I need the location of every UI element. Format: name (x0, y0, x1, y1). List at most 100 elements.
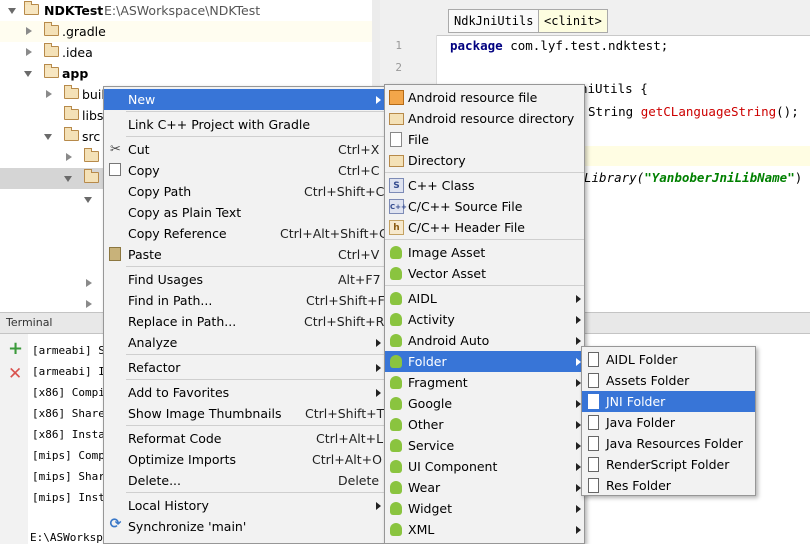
menu-item-link-cpp[interactable]: Link C++ Project with Gradle (104, 114, 384, 135)
menu-item-label: Find in Path... (128, 293, 213, 308)
new-item-service[interactable]: Service (385, 435, 584, 456)
expand-arrow-icon[interactable] (86, 279, 92, 287)
android-icon (390, 439, 402, 452)
expand-arrow-icon[interactable] (26, 27, 32, 35)
menu-item-copy[interactable]: Copy Ctrl+C (104, 160, 384, 181)
tree-root[interactable]: NDKTest E:\ASWorkspace\NDKTest (0, 0, 372, 21)
menu-item-add-favorites[interactable]: Add to Favorites (104, 382, 384, 403)
menu-item-label: AIDL Folder (606, 352, 678, 367)
menu-item-find-in-path[interactable]: Find in Path... Ctrl+Shift+F (104, 290, 385, 311)
menu-item-find-usages[interactable]: Find Usages Alt+F7 (104, 269, 384, 290)
new-item-activity[interactable]: Activity (385, 309, 584, 330)
new-item-fragment[interactable]: Fragment (385, 372, 584, 393)
expand-arrow-icon[interactable] (44, 134, 52, 140)
menu-item-label: RenderScript Folder (606, 457, 730, 472)
folder-item-res[interactable]: Res Folder (582, 475, 755, 496)
menu-item-new[interactable]: New (104, 89, 384, 110)
menu-item-image-thumbnails[interactable]: Show Image Thumbnails Ctrl+Shift+T (104, 403, 384, 424)
cpp-source-icon: C++ (389, 199, 407, 214)
menu-item-paste[interactable]: Paste Ctrl+V (104, 244, 384, 265)
expand-arrow-icon[interactable] (86, 300, 92, 308)
tree-item-gradle[interactable]: .gradle (0, 21, 372, 42)
menu-shortcut: Ctrl+Shift+T (305, 406, 385, 421)
expand-arrow-icon[interactable] (8, 8, 16, 14)
menu-item-synchronize[interactable]: ⟳ Synchronize 'main' (104, 516, 384, 537)
editor-breadcrumbs: NdkJniUtils <clinit> (380, 0, 810, 36)
menu-item-refactor[interactable]: Refactor (104, 357, 384, 378)
folder-item-aidl[interactable]: AIDL Folder (582, 349, 755, 370)
new-item-cpp-header[interactable]: h C/C++ Header File (385, 217, 584, 238)
folder-item-jni[interactable]: JNI Folder (582, 391, 755, 412)
android-icon (390, 334, 402, 347)
new-item-cpp-class[interactable]: S C++ Class (385, 175, 584, 196)
new-item-image-asset[interactable]: Image Asset (385, 242, 584, 263)
menu-item-label: C/C++ Source File (408, 199, 523, 214)
expand-arrow-icon[interactable] (24, 71, 32, 77)
expand-arrow-icon[interactable] (46, 90, 52, 98)
plus-icon[interactable]: + (8, 338, 23, 359)
folder-icon (63, 127, 79, 141)
file-icon (588, 373, 599, 388)
folder-item-assets[interactable]: Assets Folder (582, 370, 755, 391)
android-icon (390, 418, 402, 431)
expand-arrow-icon[interactable] (26, 48, 32, 56)
new-item-android-resource-file[interactable]: Android resource file (385, 87, 584, 108)
folder-item-java-resources[interactable]: Java Resources Folder (582, 433, 755, 454)
terminal-line: [mips] Insta (32, 491, 112, 504)
menu-item-delete[interactable]: Delete... Delete (104, 470, 384, 491)
new-item-file[interactable]: File (385, 129, 584, 150)
expand-arrow-icon[interactable] (84, 197, 92, 203)
tree-item-idea[interactable]: .idea (0, 42, 372, 63)
new-item-aidl[interactable]: AIDL (385, 288, 584, 309)
menu-item-label: Reformat Code (128, 431, 222, 446)
new-item-widget[interactable]: Widget (385, 498, 584, 519)
code-class-fragment: niUtils { (580, 81, 648, 96)
submenu-arrow-icon (376, 364, 381, 372)
tree-root-path: E:\ASWorkspace\NDKTest (104, 3, 261, 18)
new-item-google[interactable]: Google (385, 393, 584, 414)
breadcrumb-method[interactable]: <clinit> (538, 9, 608, 33)
folder-item-java[interactable]: Java Folder (582, 412, 755, 433)
tree-item-app[interactable]: app (0, 63, 372, 84)
menu-item-copy-path[interactable]: Copy Path Ctrl+Shift+C (104, 181, 384, 202)
menu-shortcut: Ctrl+Shift+F (306, 293, 385, 308)
menu-item-label: Local History (128, 498, 209, 513)
breadcrumb-class[interactable]: NdkJniUtils (448, 9, 540, 33)
submenu-arrow-icon (376, 389, 381, 397)
new-item-folder[interactable]: Folder (385, 351, 584, 372)
menu-separator (126, 492, 384, 493)
folder-icon (389, 155, 404, 167)
menu-item-local-history[interactable]: Local History (104, 495, 384, 516)
new-item-vector-asset[interactable]: Vector Asset (385, 263, 584, 284)
expand-arrow-icon[interactable] (66, 153, 72, 161)
menu-item-copy-plain[interactable]: Copy as Plain Text (104, 202, 384, 223)
new-item-android-resource-directory[interactable]: Android resource directory (385, 108, 584, 129)
new-item-directory[interactable]: Directory (385, 150, 584, 171)
menu-item-copy-reference[interactable]: Copy Reference Ctrl+Alt+Shift+C (104, 223, 388, 244)
menu-item-cut[interactable]: ✂ Cut Ctrl+X (104, 139, 384, 160)
code-line-1: package com.lyf.test.ndktest; (450, 38, 668, 53)
new-item-other[interactable]: Other (385, 414, 584, 435)
menu-item-label: Show Image Thumbnails (128, 406, 282, 421)
menu-item-reformat[interactable]: Reformat Code Ctrl+Alt+L (104, 428, 384, 449)
terminal-prompt: E:\ASWorkspa (30, 531, 110, 544)
menu-item-label: Image Asset (408, 245, 486, 260)
new-item-xml[interactable]: XML (385, 519, 584, 540)
code-text: com.lyf.test.ndktest; (502, 38, 669, 53)
new-item-ui-component[interactable]: UI Component (385, 456, 584, 477)
folder-item-renderscript[interactable]: RenderScript Folder (582, 454, 755, 475)
menu-item-analyze[interactable]: Analyze (104, 332, 384, 353)
new-item-cpp-source[interactable]: C++ C/C++ Source File (385, 196, 584, 217)
menu-item-optimize-imports[interactable]: Optimize Imports Ctrl+Alt+O (104, 449, 384, 470)
expand-arrow-icon[interactable] (64, 176, 72, 182)
file-icon (588, 394, 599, 409)
android-icon (390, 376, 402, 389)
folder-icon (63, 106, 79, 120)
menu-item-replace-in-path[interactable]: Replace in Path... Ctrl+Shift+R (104, 311, 384, 332)
close-icon[interactable]: ✕ (8, 364, 22, 384)
menu-shortcut: Alt+F7 (338, 272, 381, 287)
new-item-wear[interactable]: Wear (385, 477, 584, 498)
menu-item-label: Widget (408, 501, 453, 516)
menu-item-label: C++ Class (408, 178, 475, 193)
new-item-android-auto[interactable]: Android Auto (385, 330, 584, 351)
